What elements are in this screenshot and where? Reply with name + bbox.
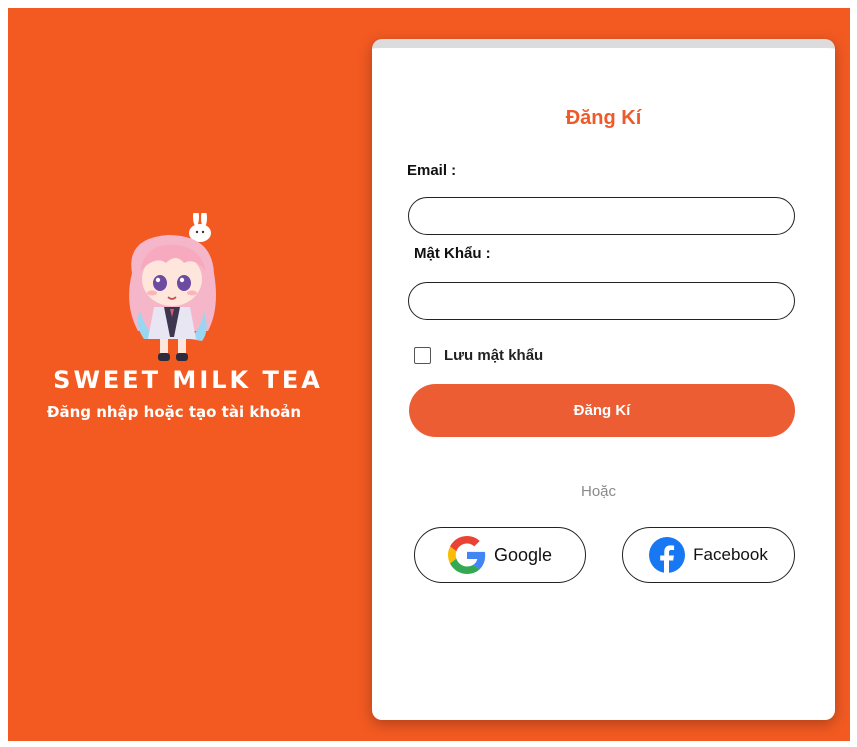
remember-password-label: Lưu mật khẩu — [444, 347, 544, 364]
facebook-login-button[interactable]: Facebook — [622, 527, 795, 583]
or-divider-text: Hoặc — [581, 483, 617, 500]
password-label: Mật Khẩu : — [414, 245, 491, 262]
remember-password-row[interactable]: Lưu mật khẩu — [414, 347, 543, 364]
facebook-icon — [649, 537, 686, 573]
email-field[interactable] — [408, 197, 795, 235]
signup-card: Đăng Kí Email : Mật Khẩu : Lưu mật khẩu … — [372, 39, 835, 720]
google-login-button[interactable]: Google — [414, 527, 586, 583]
google-icon — [447, 536, 486, 574]
signup-panel: SWEET MILK TEA Đăng nhập hoặc tạo tài kh… — [8, 8, 850, 741]
chibi-girl-mascot-icon — [129, 213, 216, 361]
email-label: Email : — [407, 162, 457, 179]
brand-section: SWEET MILK TEA Đăng nhập hoặc tạo tài kh… — [8, 8, 368, 741]
password-field[interactable] — [408, 282, 795, 320]
brand-title: SWEET MILK TEA — [53, 366, 323, 394]
signup-button[interactable]: Đăng Kí — [409, 384, 795, 437]
remember-password-checkbox[interactable] — [414, 347, 431, 364]
facebook-label: Facebook — [693, 545, 768, 564]
google-label: Google — [493, 544, 553, 565]
form-title: Đăng Kí — [565, 107, 642, 129]
brand-subtitle: Đăng nhập hoặc tạo tài khoản — [46, 403, 302, 421]
